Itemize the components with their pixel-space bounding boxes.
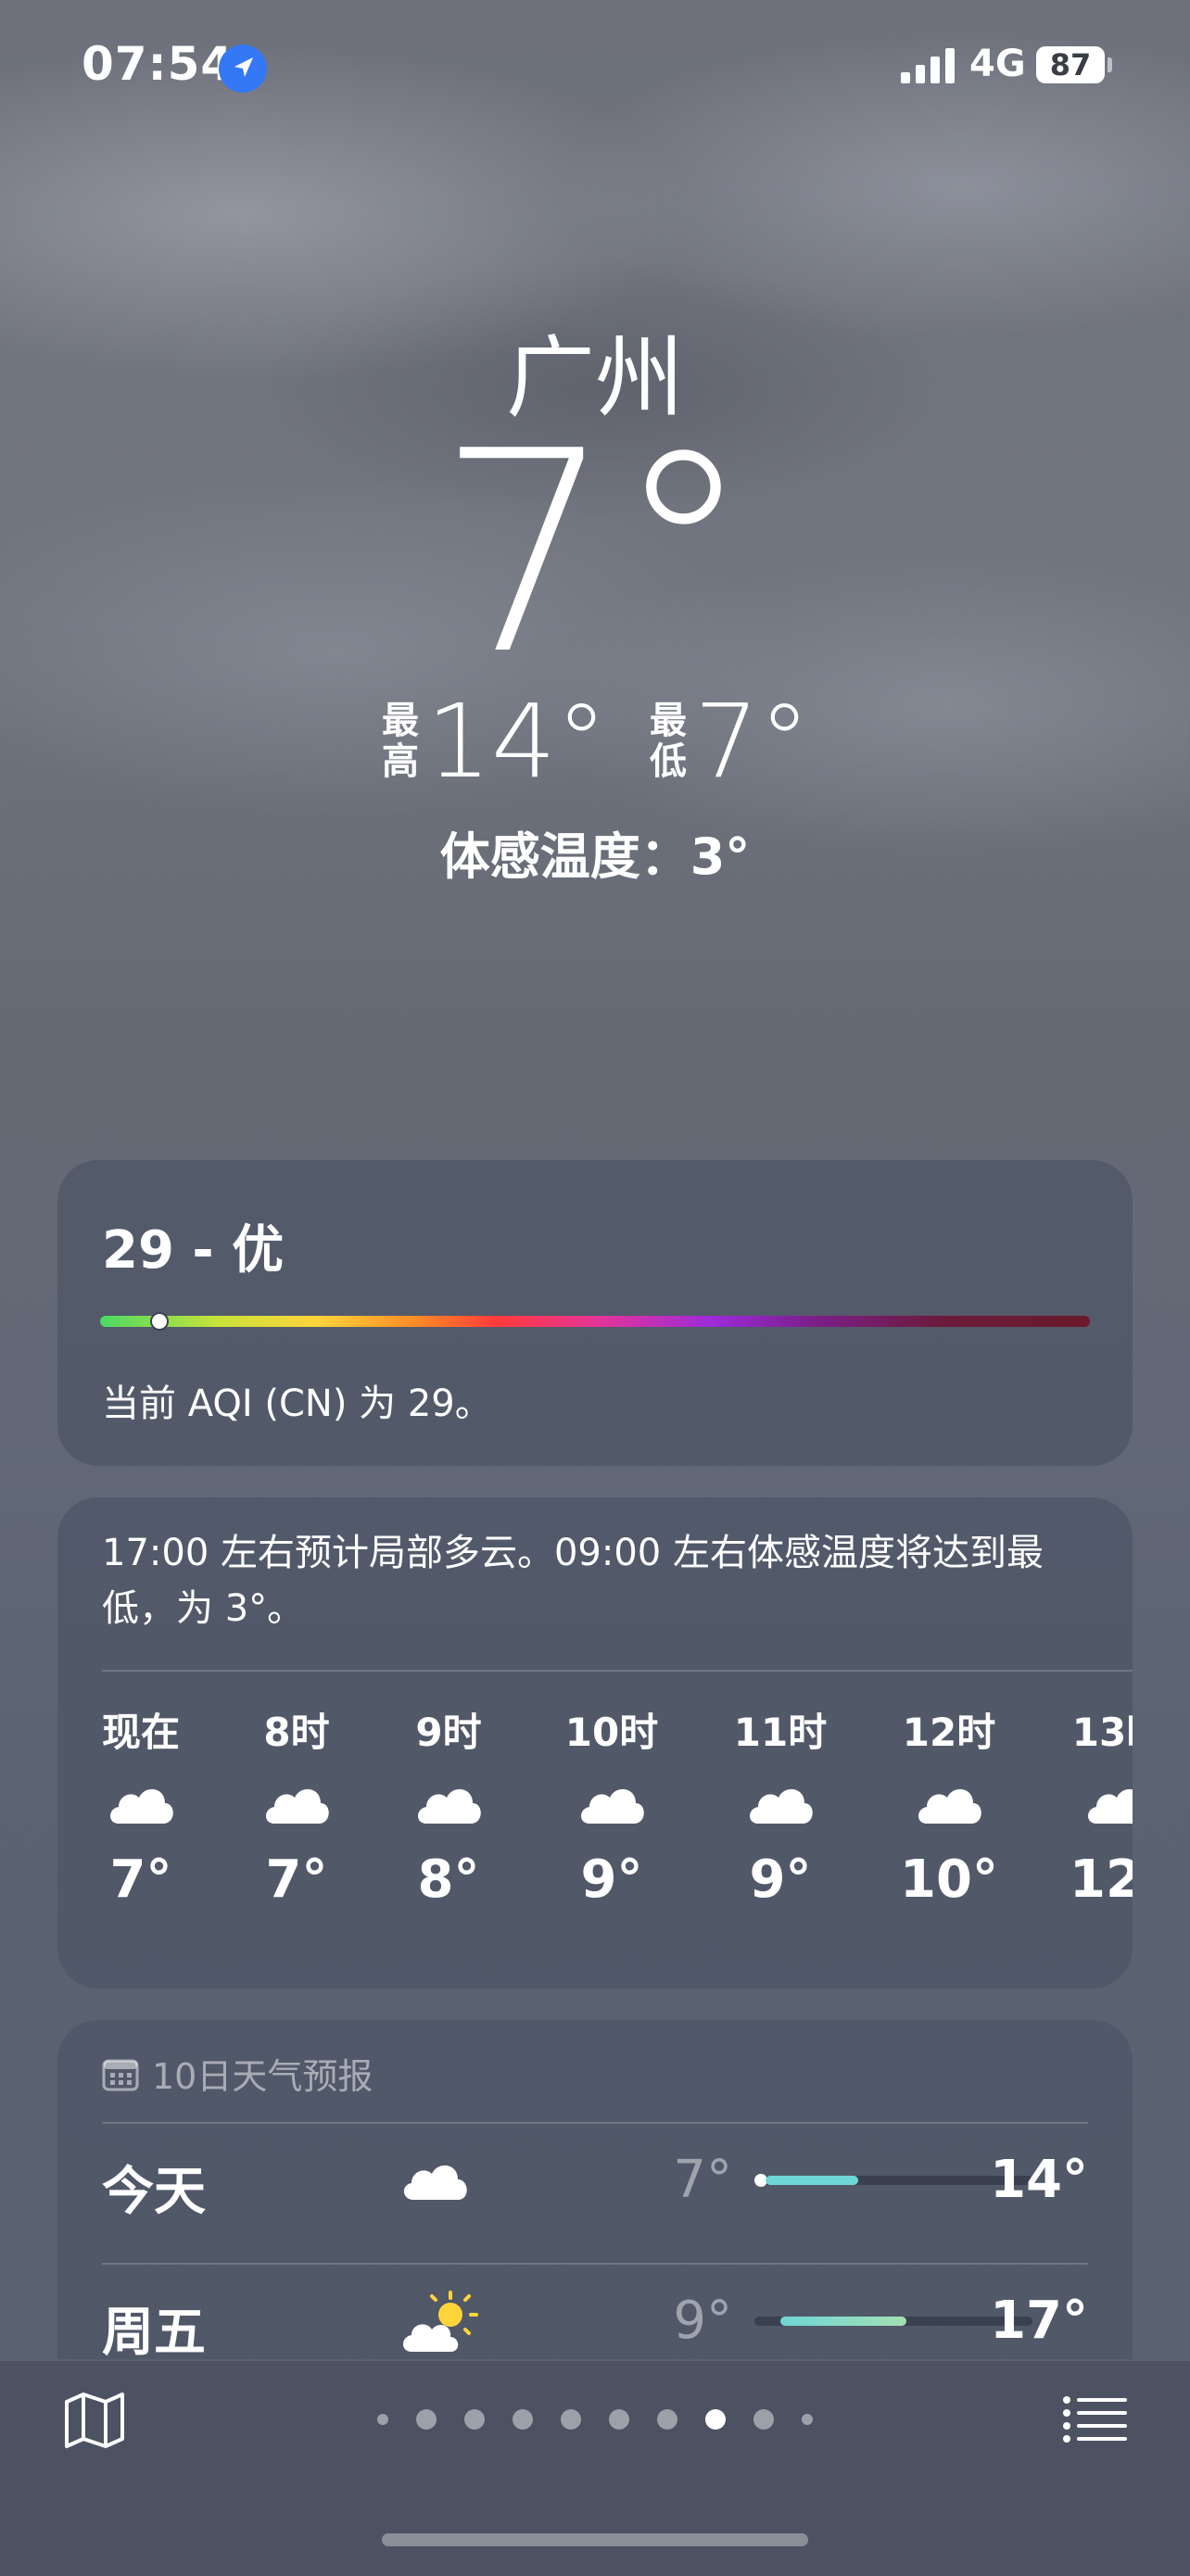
hourly-item: 现在 7°: [76, 1701, 206, 1910]
hour-temp: 10°: [900, 1850, 998, 1910]
page-indicator[interactable]: [0, 2409, 1190, 2430]
low-label: 最低: [649, 700, 687, 783]
divider: [102, 2122, 1088, 2124]
hour-label: 11时: [733, 1710, 828, 1755]
high-temp: 14°: [426, 682, 607, 801]
high-low-row: 最高 14° 最低 7°: [0, 686, 1190, 797]
battery-tip: [1108, 57, 1112, 72]
hour-label: 12时: [902, 1710, 996, 1755]
hour-temp: 9°: [580, 1850, 643, 1910]
hour-temp: 7°: [109, 1850, 172, 1910]
current-temperature: 7°: [437, 392, 753, 715]
divider: [102, 2263, 1088, 2265]
home-indicator: [382, 2533, 808, 2546]
page-dot[interactable]: [705, 2409, 726, 2430]
page-dot[interactable]: [377, 2414, 388, 2425]
page-dot[interactable]: [416, 2409, 437, 2430]
temp-range-fill: [780, 2317, 906, 2326]
day-row-today[interactable]: 今天 7° 14°: [102, 2131, 1088, 2233]
hour-label: 现在: [101, 1710, 180, 1755]
hour-temp: 12°: [1070, 1850, 1133, 1910]
hour-label: 10时: [564, 1710, 659, 1755]
low-temp: 7°: [693, 682, 810, 801]
hour-label: 13时: [1071, 1710, 1133, 1755]
page-dot[interactable]: [561, 2409, 581, 2430]
list-icon: [1063, 2396, 1127, 2443]
air-quality-card[interactable]: 29 - 优 当前 AQI (CN) 为 29。: [57, 1160, 1133, 1466]
hourly-forecast-card[interactable]: 17:00 左右预计局部多云。09:00 左右体感温度将达到最低，为 3°。 现…: [57, 1497, 1133, 1989]
aqi-description: 当前 AQI (CN) 为 29。: [102, 1383, 492, 1425]
partly-sunny-icon: [399, 2287, 482, 2365]
cloud-icon: [1054, 1757, 1133, 1850]
divider: [102, 1670, 1133, 1672]
location-arrow-icon: [219, 44, 267, 93]
page-dot[interactable]: [657, 2409, 677, 2430]
battery-icon: 87: [1036, 46, 1105, 83]
network-type: 4G: [969, 43, 1026, 85]
cloud-icon: [884, 1757, 1014, 1850]
cloud-icon: [232, 1757, 361, 1850]
hourly-summary: 17:00 左右预计局部多云。09:00 左右体感温度将达到最低，为 3°。: [102, 1532, 1044, 1630]
hourly-item: 13时 12°: [1054, 1701, 1133, 1910]
aqi-value: 29 - 优: [102, 1220, 285, 1281]
city-list-button[interactable]: [1062, 2394, 1129, 2446]
day-low-temp: 9°: [673, 2291, 732, 2351]
cloud-icon: [715, 1757, 845, 1850]
cloud-icon: [76, 1757, 206, 1850]
aqi-scale-bar: [100, 1316, 1090, 1327]
day-high-temp: 14°: [990, 2150, 1088, 2210]
hourly-item: 10时 9°: [547, 1701, 677, 1910]
day-name: 今天: [102, 2162, 206, 2222]
page-dot[interactable]: [609, 2409, 629, 2430]
hour-temp: 9°: [749, 1850, 812, 1910]
page-dot[interactable]: [802, 2414, 813, 2425]
day-low-temp: 7°: [673, 2150, 732, 2210]
temp-range-fill: [766, 2176, 858, 2185]
ten-day-header: 10日天气预报: [102, 2048, 373, 2099]
hour-temp: 8°: [417, 1850, 480, 1910]
hourly-item: 9时 8°: [384, 1701, 513, 1910]
feels-like: 体感温度：3°: [439, 827, 751, 886]
day-name: 周五: [102, 2303, 206, 2363]
cloud-icon: [384, 1757, 513, 1850]
hour-label: 8时: [263, 1710, 330, 1755]
calendar-icon: [102, 2059, 139, 2090]
cloud-icon: [399, 2146, 473, 2215]
hourly-item: 8时 7°: [232, 1701, 361, 1910]
page-dot[interactable]: [753, 2409, 774, 2430]
hour-label: 9时: [415, 1710, 482, 1755]
hourly-item: 11时 9°: [715, 1701, 845, 1910]
high-label: 最高: [382, 700, 419, 783]
day-high-temp: 17°: [990, 2291, 1088, 2351]
page-dot[interactable]: [513, 2409, 533, 2430]
cloud-icon: [547, 1757, 677, 1850]
cellular-signal-icon: [901, 48, 958, 87]
page-dot[interactable]: [464, 2409, 485, 2430]
aqi-indicator: [150, 1312, 170, 1331]
ten-day-title: 10日天气预报: [152, 2056, 373, 2097]
hour-temp: 7°: [265, 1850, 328, 1910]
status-time: 07:54: [82, 37, 234, 91]
hourly-item: 12时 10°: [884, 1701, 1014, 1910]
